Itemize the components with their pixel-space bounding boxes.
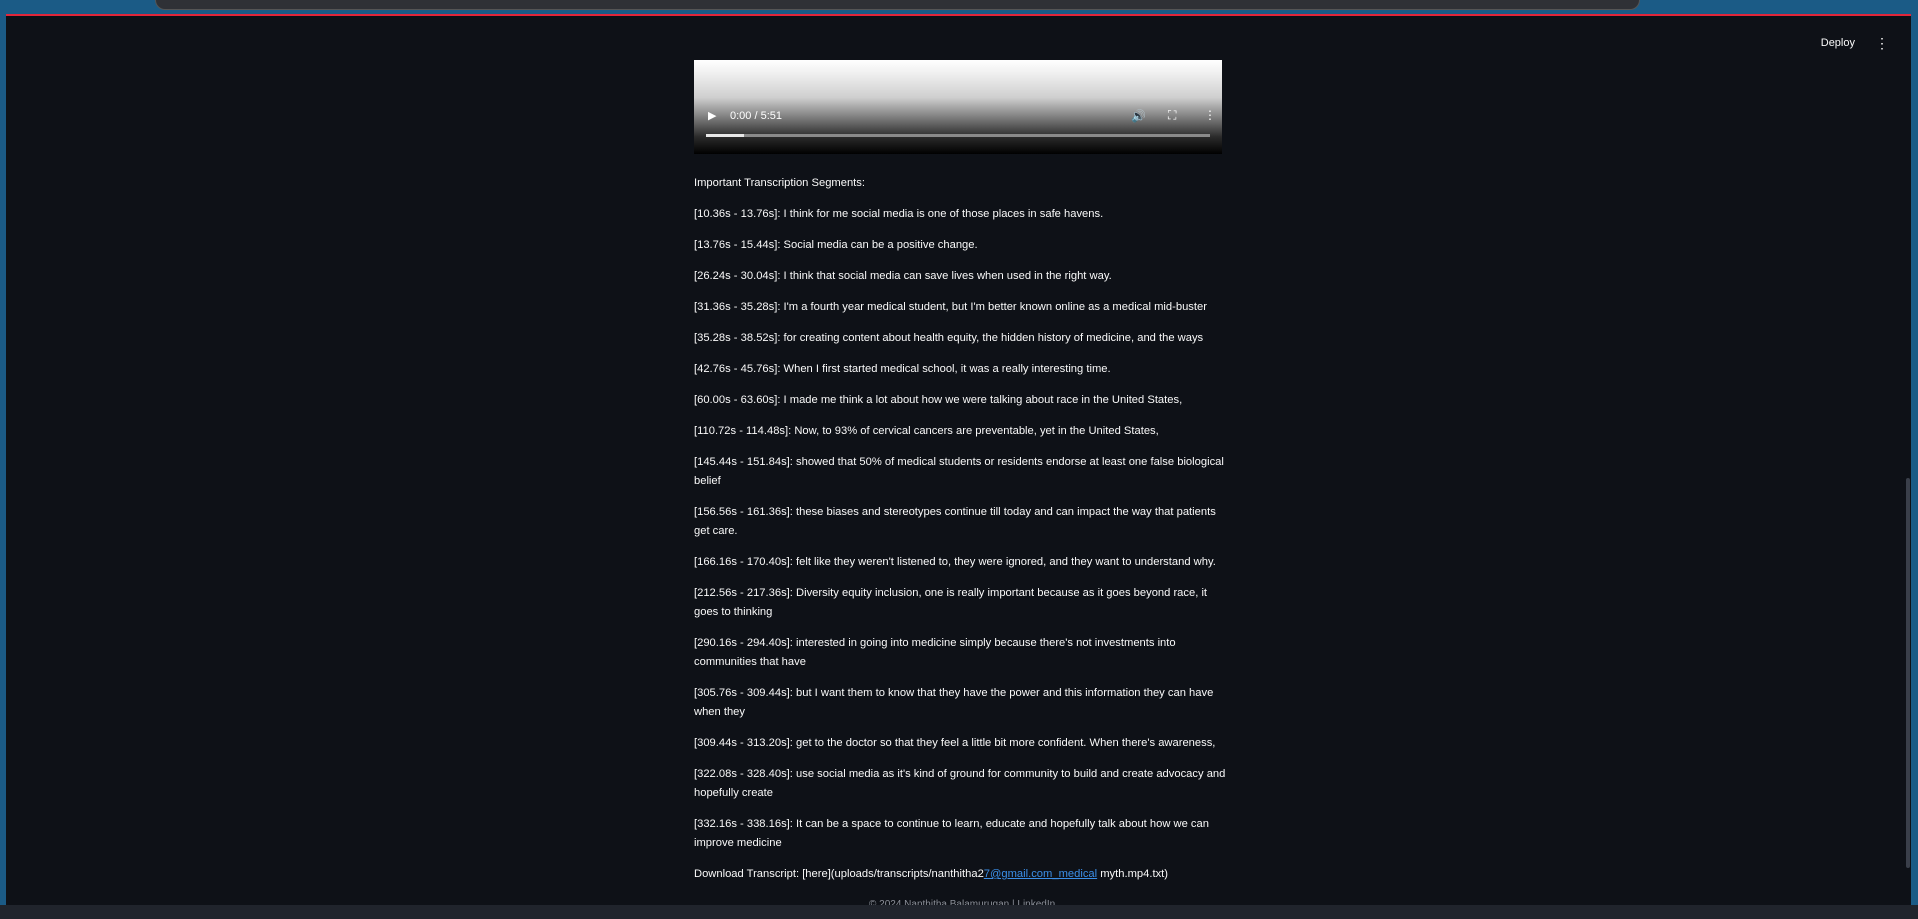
transcript-segment: [110.72s - 114.48s]: Now, to 93% of cerv… [694, 425, 1159, 437]
transcript-segment: [166.16s - 170.40s]: felt like they were… [694, 556, 1216, 568]
transcript-segment: [13.76s - 15.44s]: Social media can be a… [694, 239, 978, 251]
transcript-segment: [35.28s - 38.52s]: for creating content … [694, 332, 1204, 344]
transcript-segment: [145.44s - 151.84s]: showed that 50% of … [694, 456, 1224, 487]
transcript-segment: [31.36s - 35.28s]: I'm a fourth year med… [694, 301, 1207, 313]
download-email-link[interactable]: 7@gmail.com_medical [984, 868, 1097, 880]
download-prefix: Download Transcript: [here](uploads/tran… [694, 868, 984, 880]
transcript-segment: [156.56s - 161.36s]: these biases and st… [694, 506, 1216, 537]
main-content: ▶ 0:00 / 5:51 🔊 ⛶ ⋮ Important Transcript… [694, 60, 1226, 884]
volume-icon[interactable]: 🔊 [1131, 107, 1146, 126]
download-suffix: myth.mp4.txt) [1097, 868, 1168, 880]
browser-address-bar[interactable] [155, 0, 1640, 10]
transcript-segment: [332.16s - 338.16s]: It can be a space t… [694, 818, 1209, 849]
play-icon[interactable]: ▶ [708, 107, 716, 126]
scrollbar[interactable] [1905, 16, 1911, 907]
video-buffered-bar [706, 134, 744, 137]
transcript-segment: [212.56s - 217.36s]: Diversity equity in… [694, 587, 1208, 618]
transcript-heading: Important Transcription Segments: [694, 177, 865, 189]
fullscreen-icon[interactable]: ⛶ [1168, 106, 1176, 125]
transcript-segment: [42.76s - 45.76s]: When I first started … [694, 363, 1111, 375]
transcript-segment: [60.00s - 63.60s]: I made me think a lot… [694, 394, 1183, 406]
transcript-segment: [26.24s - 30.04s]: I think that social m… [694, 270, 1112, 282]
browser-top-strip [0, 0, 1918, 14]
header-decoration [6, 14, 1911, 16]
transcript-segment: [322.08s - 328.40s]: use social media as… [694, 768, 1226, 799]
app-window: Deploy ⋮ ▶ 0:00 / 5:51 🔊 ⛶ ⋮ Important T… [6, 14, 1911, 907]
transcript-segment: [305.76s - 309.44s]: but I want them to … [694, 687, 1214, 718]
transcript-segment: [290.16s - 294.40s]: interested in going… [694, 637, 1176, 668]
scrollbar-thumb[interactable] [1906, 478, 1910, 868]
video-progress-track[interactable] [706, 134, 1210, 137]
video-player[interactable]: ▶ 0:00 / 5:51 🔊 ⛶ ⋮ [694, 60, 1222, 154]
taskbar [0, 905, 1918, 919]
more-options-icon[interactable]: ⋮ [1204, 106, 1216, 125]
deploy-button[interactable]: Deploy [1815, 33, 1861, 53]
video-time: 0:00 / 5:51 [730, 110, 782, 122]
main-menu-icon[interactable]: ⋮ [1875, 33, 1889, 53]
transcript-segment: [10.36s - 13.76s]: I think for me social… [694, 208, 1104, 220]
download-transcript: Download Transcript: [here](uploads/tran… [694, 865, 1226, 884]
transcript-segment: [309.44s - 313.20s]: get to the doctor s… [694, 737, 1216, 749]
